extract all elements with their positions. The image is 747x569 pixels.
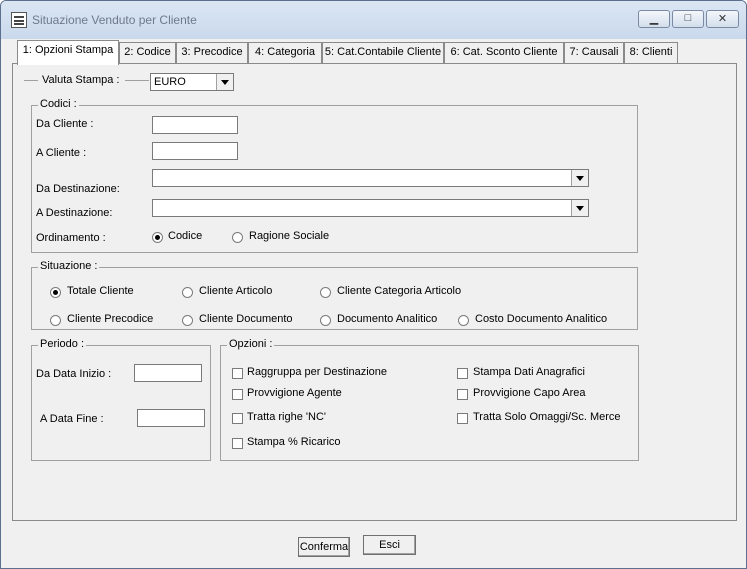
radio-cliente-articolo[interactable] — [182, 287, 193, 298]
valuta-value: EURO — [154, 76, 186, 88]
a-data-fine-label: A Data Fine : — [40, 413, 104, 425]
checkbox-stampa-dati-anagrafici-label[interactable]: Stampa Dati Anagrafici — [473, 366, 585, 378]
valuta-label: Valuta Stampa : — [42, 74, 120, 86]
esci-button[interactable]: Esci — [363, 535, 416, 555]
a-destinazione-label: A Destinazione: — [36, 207, 113, 219]
window-title: Situazione Venduto per Cliente — [32, 13, 197, 27]
chevron-down-icon[interactable] — [571, 170, 588, 186]
opzioni-group: Opzioni : Raggruppa per Destinazione Pro… — [220, 338, 639, 461]
separator-line — [125, 80, 149, 81]
radio-documento-analitico[interactable] — [320, 315, 331, 326]
da-cliente-label: Da Cliente : — [36, 118, 94, 130]
da-destinazione-select[interactable] — [152, 169, 589, 187]
radio-totale-cliente-label[interactable]: Totale Cliente — [67, 285, 134, 297]
radio-cliente-precodice[interactable] — [50, 315, 61, 326]
checkbox-tratta-righe-nc[interactable] — [232, 413, 243, 424]
radio-codice[interactable] — [152, 232, 163, 243]
opzioni-title: Opzioni : — [227, 338, 275, 350]
maximize-icon: □ — [684, 12, 692, 24]
radio-cliente-articolo-label[interactable]: Cliente Articolo — [199, 285, 272, 297]
checkbox-tratta-solo-omaggi-label[interactable]: Tratta Solo Omaggi/Sc. Merce — [473, 411, 621, 423]
a-cliente-input[interactable] — [152, 142, 238, 160]
tab-cat-sconto-cliente[interactable]: 6: Cat. Sconto Cliente — [444, 42, 564, 63]
close-icon: ✕ — [717, 13, 728, 25]
minimize-button[interactable]: ▁ — [638, 10, 670, 28]
checkbox-tratta-solo-omaggi[interactable] — [457, 413, 468, 424]
checkbox-raggruppa-destinazione-label[interactable]: Raggruppa per Destinazione — [247, 366, 387, 378]
checkbox-stampa-ricarico-label[interactable]: Stampa % Ricarico — [247, 436, 341, 448]
tab-opzioni-stampa[interactable]: 1: Opzioni Stampa — [17, 40, 119, 65]
codici-group: Codici : Da Cliente : A Cliente : Da Des… — [31, 98, 638, 253]
tab-categoria[interactable]: 4: Categoria — [248, 42, 322, 63]
checkbox-stampa-ricarico[interactable] — [232, 438, 243, 449]
checkbox-provvigione-agente[interactable] — [232, 389, 243, 400]
radio-cliente-categoria-articolo[interactable] — [320, 287, 331, 298]
chevron-down-icon[interactable] — [571, 200, 588, 216]
radio-ragione-sociale-label[interactable]: Ragione Sociale — [249, 230, 329, 242]
radio-costo-documento-analitico-label[interactable]: Costo Documento Analitico — [475, 313, 607, 325]
close-button[interactable]: ✕ — [706, 10, 739, 28]
chevron-down-icon[interactable] — [216, 74, 233, 90]
da-data-inizio-label: Da Data Inizio : — [36, 368, 112, 380]
radio-cliente-documento[interactable] — [182, 315, 193, 326]
radio-cliente-documento-label[interactable]: Cliente Documento — [199, 313, 293, 325]
tab-clienti[interactable]: 8: Clienti — [624, 42, 678, 63]
da-cliente-input[interactable] — [152, 116, 238, 134]
situazione-title: Situazione : — [38, 260, 100, 272]
radio-cliente-precodice-label[interactable]: Cliente Precodice — [67, 313, 153, 325]
periodo-title: Periodo : — [38, 338, 87, 350]
title-bar: Situazione Venduto per Cliente ▁ □ ✕ — [1, 1, 746, 39]
app-icon — [11, 12, 27, 28]
radio-totale-cliente[interactable] — [50, 287, 61, 298]
da-data-inizio-input[interactable] — [134, 364, 202, 382]
checkbox-provvigione-capo-area-label[interactable]: Provvigione Capo Area — [473, 387, 586, 399]
a-data-fine-input[interactable] — [137, 409, 205, 427]
radio-codice-label[interactable]: Codice — [168, 230, 202, 242]
codici-title: Codici : — [38, 98, 79, 110]
ordinamento-label: Ordinamento : — [36, 232, 106, 244]
a-destinazione-select[interactable] — [152, 199, 589, 217]
radio-cliente-categoria-articolo-label[interactable]: Cliente Categoria Articolo — [337, 285, 461, 297]
tab-panel: Valuta Stampa : EURO Codici : Da Cliente… — [12, 63, 737, 521]
tab-codice[interactable]: 2: Codice — [119, 42, 176, 63]
periodo-group: Periodo : Da Data Inizio : A Data Fine : — [31, 338, 211, 461]
valuta-select[interactable]: EURO — [150, 73, 234, 91]
tab-causali[interactable]: 7: Causali — [564, 42, 624, 63]
da-destinazione-label: Da Destinazione: — [36, 183, 120, 195]
situazione-group: Situazione : Totale Cliente Cliente Arti… — [31, 260, 638, 330]
maximize-button[interactable]: □ — [672, 10, 704, 28]
checkbox-provvigione-agente-label[interactable]: Provvigione Agente — [247, 387, 342, 399]
tab-cat-contabile-cliente[interactable]: 5: Cat.Contabile Cliente — [322, 42, 444, 63]
checkbox-tratta-righe-nc-label[interactable]: Tratta righe 'NC' — [247, 411, 326, 423]
checkbox-provvigione-capo-area[interactable] — [457, 389, 468, 400]
a-cliente-label: A Cliente : — [36, 147, 87, 159]
radio-costo-documento-analitico[interactable] — [458, 315, 469, 326]
radio-documento-analitico-label[interactable]: Documento Analitico — [337, 313, 437, 325]
conferma-button[interactable]: Conferma — [298, 537, 350, 557]
separator-line — [24, 80, 38, 81]
minimize-icon: ▁ — [649, 13, 659, 25]
tab-precodice[interactable]: 3: Precodice — [176, 42, 248, 63]
checkbox-raggruppa-destinazione[interactable] — [232, 368, 243, 379]
radio-ragione-sociale[interactable] — [232, 232, 243, 243]
checkbox-stampa-dati-anagrafici[interactable] — [457, 368, 468, 379]
main-window: Situazione Venduto per Cliente ▁ □ ✕ 1: … — [0, 0, 747, 569]
